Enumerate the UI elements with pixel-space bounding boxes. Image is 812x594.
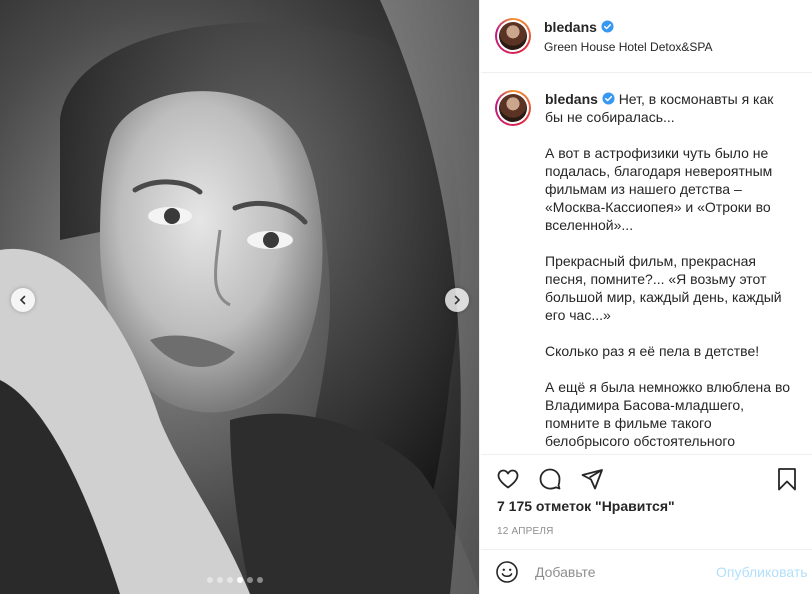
publish-button[interactable]: Опубликовать xyxy=(716,564,808,580)
caption-paragraph: Сколько раз я её пела в детстве! xyxy=(545,343,760,359)
chevron-left-icon xyxy=(19,295,26,305)
carousel-dot xyxy=(217,577,223,583)
post-photo[interactable] xyxy=(0,0,480,594)
comment-form: Опубликовать xyxy=(481,549,812,594)
carousel-dot xyxy=(227,577,233,583)
caption-paragraph: А ещё я была немножко влюблена во Владим… xyxy=(545,379,791,449)
post-actions: 7 175 отметок "Нравится" 12 апреля xyxy=(481,454,812,549)
post-date[interactable]: 12 апреля xyxy=(481,526,812,537)
like-button[interactable] xyxy=(495,466,521,492)
caption-paragraph: Прекрасный фильм, прекрасная песня, помн… xyxy=(545,253,782,323)
carousel-dot xyxy=(207,577,213,583)
caption-username[interactable]: bledans xyxy=(545,91,598,107)
previous-slide-button[interactable] xyxy=(11,288,35,312)
emoji-button[interactable] xyxy=(495,559,519,585)
comment-button[interactable] xyxy=(537,466,563,492)
caption-avatar[interactable] xyxy=(495,90,531,126)
portrait-photo xyxy=(0,0,479,594)
carousel-indicator xyxy=(0,577,479,583)
emoji-icon xyxy=(496,561,518,583)
comment-input[interactable] xyxy=(535,564,716,580)
location-link[interactable]: Green House Hotel Detox&SPA xyxy=(544,40,713,54)
carousel-dot xyxy=(257,577,263,583)
avatar[interactable] xyxy=(495,18,531,54)
username-link[interactable]: bledans xyxy=(544,19,597,35)
share-button[interactable] xyxy=(579,466,605,492)
next-slide-button[interactable] xyxy=(445,288,469,312)
bookmark-icon xyxy=(778,468,796,491)
likes-count[interactable]: 7 175 отметок "Нравится" xyxy=(481,498,812,514)
carousel-dot xyxy=(247,577,253,583)
caption-paragraph: А вот в астрофизики чуть было не подалас… xyxy=(545,145,773,233)
caption-section: bledans Нет, в космонавты я как бы не со… xyxy=(481,74,812,454)
verified-badge-icon xyxy=(602,92,615,105)
verified-badge-icon xyxy=(601,20,614,33)
chevron-right-icon xyxy=(454,295,461,305)
carousel-dot xyxy=(237,577,243,583)
post-header: bledans Green House Hotel Detox&SPA xyxy=(481,0,812,73)
heart-icon xyxy=(497,469,519,489)
save-button[interactable] xyxy=(774,466,800,492)
caption-text: bledans Нет, в космонавты я как бы не со… xyxy=(545,90,795,454)
comment-icon xyxy=(539,468,561,490)
caption-paragraph: bledans Нет, в космонавты я как бы не со… xyxy=(545,90,795,126)
post-details-panel: bledans Green House Hotel Detox&SPA bled… xyxy=(481,0,812,594)
share-icon xyxy=(581,469,603,490)
